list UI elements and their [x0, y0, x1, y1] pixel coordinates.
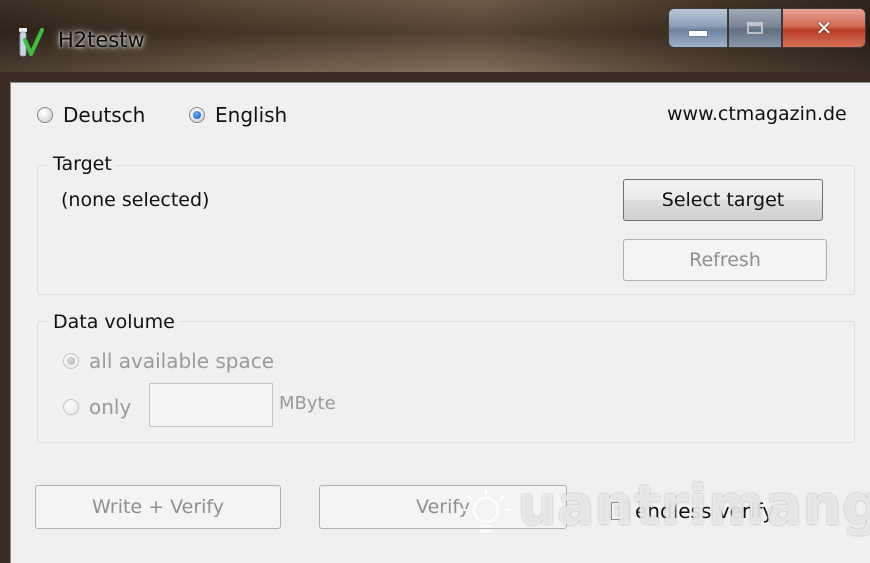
radio-all-space-indicator	[63, 353, 79, 369]
mbyte-unit-label: MByte	[279, 393, 336, 414]
client-area: Deutsch English www.ctmagazin.de Target …	[10, 82, 870, 563]
radio-only[interactable]: only	[63, 395, 131, 419]
title-bar[interactable]: H2testw ✕	[0, 0, 870, 72]
radio-deutsch[interactable]: Deutsch	[37, 103, 145, 127]
radio-deutsch-label: Deutsch	[63, 103, 146, 127]
close-button[interactable]: ✕	[782, 8, 866, 48]
radio-all-space-label: all available space	[89, 349, 275, 373]
target-group-label: Target	[49, 153, 116, 175]
minimize-button[interactable]	[668, 8, 728, 48]
radio-english-label: English	[215, 103, 288, 127]
radio-english[interactable]: English	[189, 103, 287, 127]
h2testw-window: H2testw ✕ Deutsch English www.ctmagazin.…	[0, 0, 870, 563]
endless-verify-box	[611, 502, 629, 520]
close-icon: ✕	[815, 16, 833, 40]
data-volume-group-label: Data volume	[49, 311, 179, 333]
website-link[interactable]: www.ctmagazin.de	[667, 103, 847, 125]
endless-verify-checkbox[interactable]: endless verify	[611, 499, 774, 523]
verify-button[interactable]: Verify	[319, 485, 567, 529]
radio-english-indicator	[189, 107, 205, 123]
endless-verify-label: endless verify	[635, 499, 775, 523]
target-status-text: (none selected)	[61, 189, 210, 211]
radio-all-available-space[interactable]: all available space	[63, 349, 274, 373]
caption-buttons: ✕	[668, 8, 866, 48]
maximize-icon	[747, 22, 763, 34]
window-title: H2testw	[58, 28, 145, 52]
maximize-button[interactable]	[728, 8, 782, 48]
radio-deutsch-indicator	[37, 107, 53, 123]
select-target-button[interactable]: Select target	[623, 179, 823, 221]
minimize-icon	[689, 30, 707, 36]
write-verify-button[interactable]: Write + Verify	[35, 485, 281, 529]
h2testw-app-icon	[19, 28, 44, 57]
radio-only-indicator	[63, 399, 79, 415]
mbyte-input[interactable]	[149, 383, 273, 427]
refresh-button[interactable]: Refresh	[623, 239, 827, 281]
radio-only-label: only	[89, 395, 132, 419]
